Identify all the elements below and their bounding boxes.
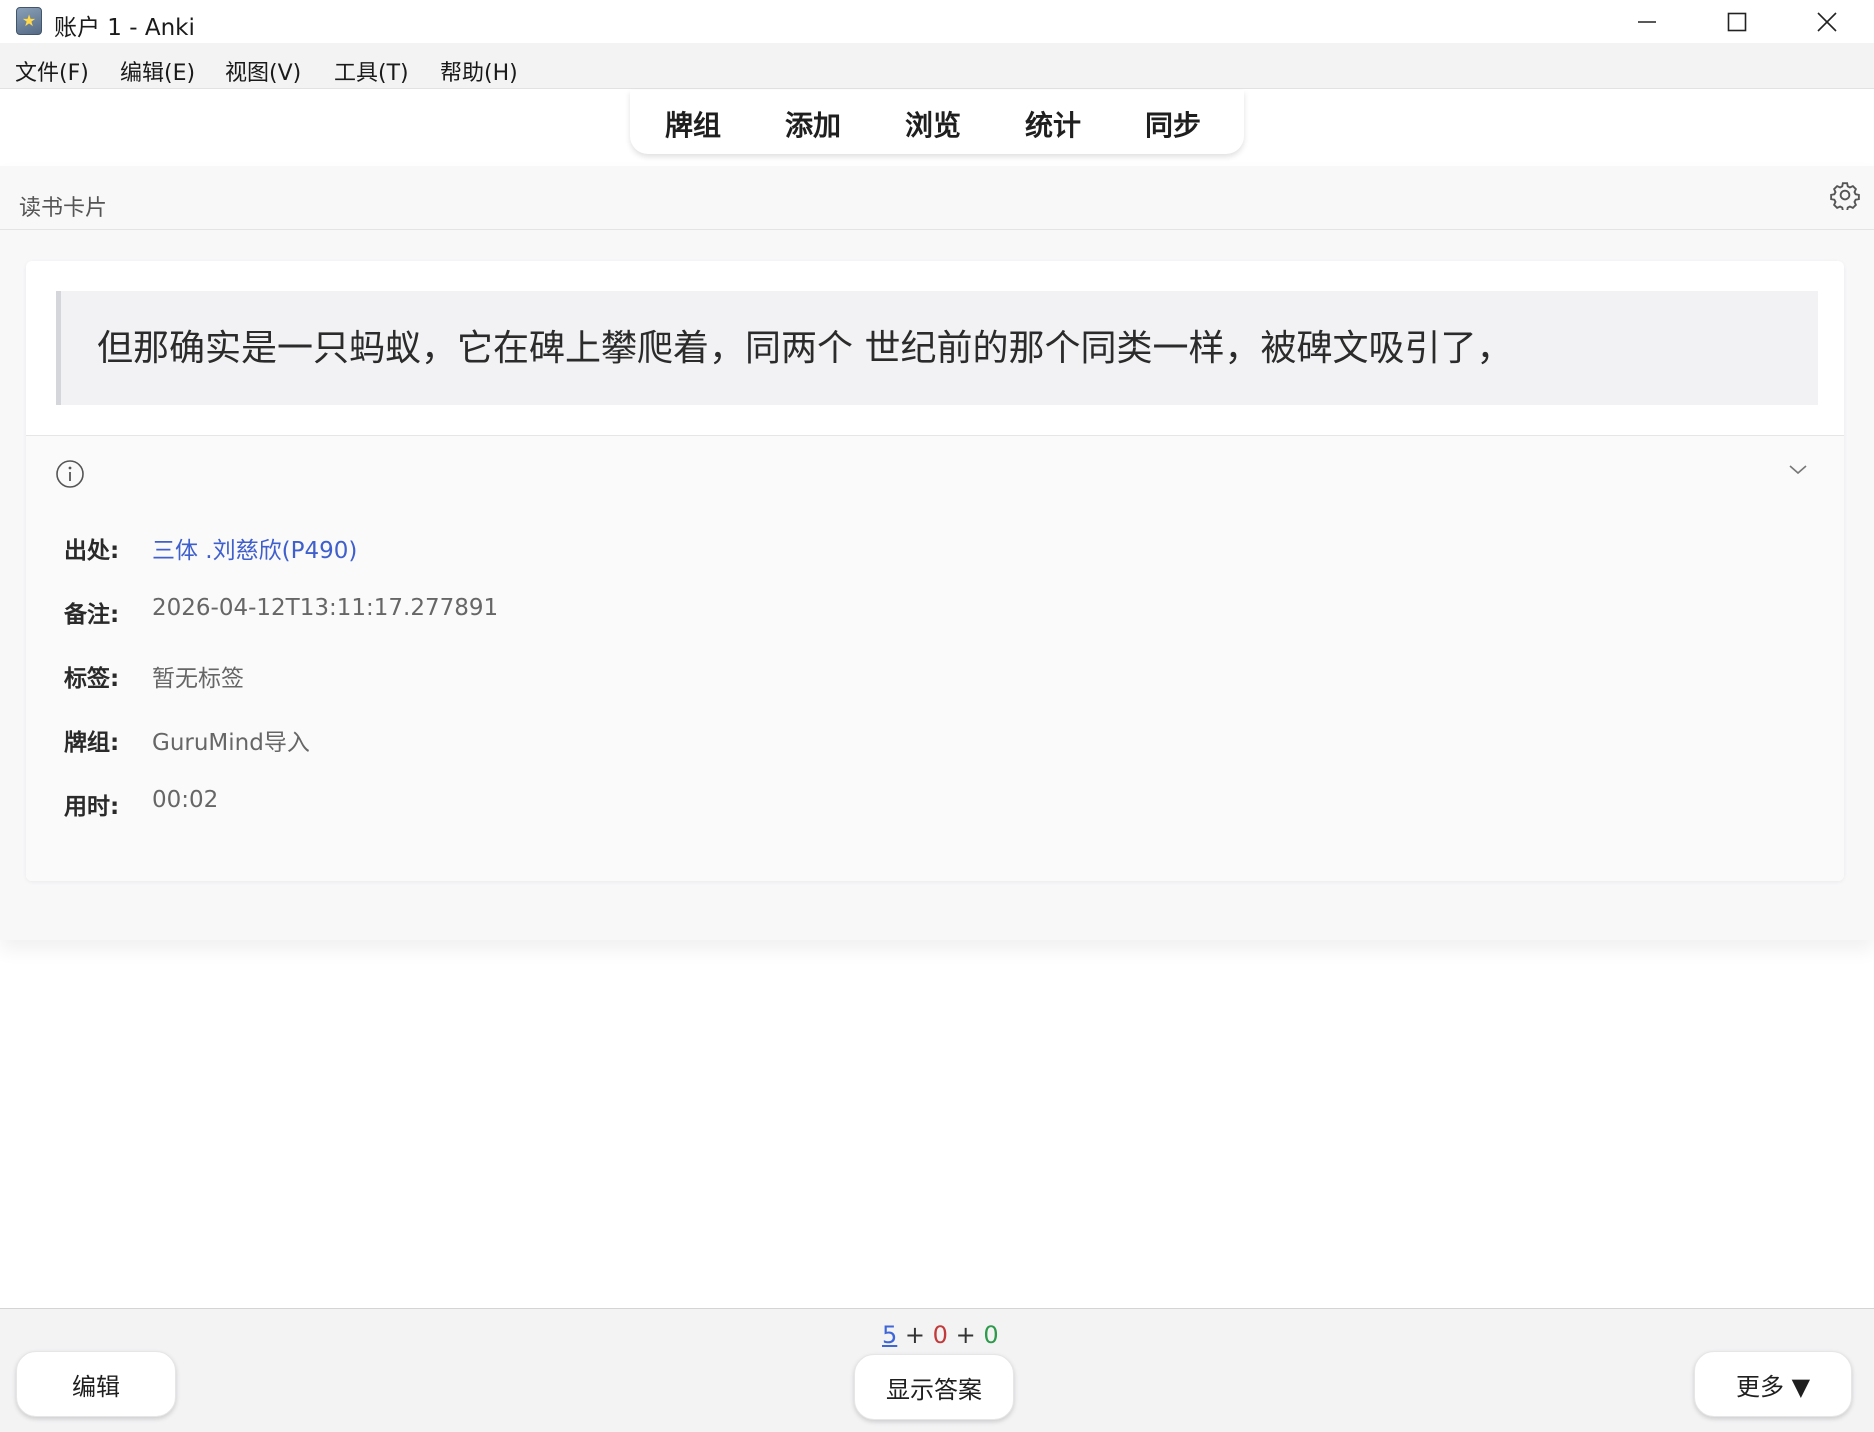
- close-icon: [1817, 11, 1837, 32]
- maximize-button[interactable]: [1692, 0, 1782, 43]
- meta-value: 2026-04-12T13:11:17.277891: [152, 595, 499, 621]
- main-toolbar: 牌组 添加 浏览 统计 同步: [630, 90, 1244, 154]
- meta-value: 00:02: [152, 787, 219, 813]
- toolbar-sync[interactable]: 同步: [1145, 104, 1201, 144]
- learning-count: 0: [932, 1321, 948, 1349]
- menu-tools[interactable]: 工具(T): [334, 55, 409, 87]
- bottom-bar: 5 + 0 + 0 编辑 显示答案 更多 ▼: [0, 1308, 1874, 1432]
- maximize-icon: [1727, 12, 1747, 31]
- gear-icon[interactable]: [1830, 180, 1860, 210]
- anki-app-icon: ★: [16, 7, 42, 35]
- count-separator: +: [947, 1321, 984, 1349]
- menu-bar: 文件(F) 编辑(E) 视图(V) 工具(T) 帮助(H): [0, 43, 1874, 89]
- info-icon: [56, 460, 84, 488]
- toolbar-area: 牌组 添加 浏览 统计 同步: [0, 90, 1874, 166]
- toolbar-browse[interactable]: 浏览: [905, 104, 961, 144]
- meta-label: 牌组:: [64, 730, 120, 756]
- minimize-icon: [1638, 20, 1656, 23]
- meta-label: 标签:: [64, 666, 120, 692]
- menu-edit[interactable]: 编辑(E): [120, 55, 195, 87]
- chevron-down-icon[interactable]: [1786, 458, 1810, 482]
- toolbar-add[interactable]: 添加: [785, 104, 841, 144]
- meta-label: 出处:: [64, 538, 120, 564]
- edit-button[interactable]: 编辑: [16, 1351, 176, 1417]
- close-button[interactable]: [1782, 0, 1872, 43]
- show-answer-button[interactable]: 显示答案: [854, 1354, 1014, 1420]
- review-count: 0: [983, 1321, 999, 1349]
- toolbar-decks[interactable]: 牌组: [665, 104, 721, 144]
- new-count[interactable]: 5: [882, 1321, 897, 1349]
- minimize-button[interactable]: [1602, 0, 1692, 43]
- title-bar: ★ 账户 1 - Anki: [0, 0, 1874, 43]
- window-title: 账户 1 - Anki: [54, 15, 195, 41]
- toolbar-stats[interactable]: 统计: [1025, 104, 1081, 144]
- more-button[interactable]: 更多 ▼: [1694, 1351, 1852, 1417]
- meta-label: 用时:: [64, 794, 120, 820]
- card-quote-block: 但那确实是一只蚂蚁，它在碑上攀爬着，同两个 世纪前的那个同类一样，被碑文吸引了，: [56, 291, 1818, 405]
- count-separator: +: [897, 1321, 933, 1349]
- meta-value: GuruMind导入: [152, 730, 310, 756]
- meta-value: 暂无标签: [152, 666, 244, 692]
- deck-header: 读书卡片: [0, 166, 1874, 230]
- source-link[interactable]: 三体 .刘慈欣(P490): [152, 531, 357, 565]
- review-area: 读书卡片 但那确实是一只蚂蚁，它在碑上攀爬着，同两个 世纪前的那个同类一样，被碑…: [0, 166, 1874, 940]
- menu-file[interactable]: 文件(F): [15, 55, 89, 87]
- menu-help[interactable]: 帮助(H): [440, 55, 518, 87]
- card-quote-text: 但那确实是一只蚂蚁，它在碑上攀爬着，同两个 世纪前的那个同类一样，被碑文吸引了，: [97, 328, 1513, 369]
- card: 但那确实是一只蚂蚁，它在碑上攀爬着，同两个 世纪前的那个同类一样，被碑文吸引了，…: [26, 261, 1844, 881]
- deck-name: 读书卡片: [19, 196, 108, 221]
- menu-view[interactable]: 视图(V): [225, 55, 301, 87]
- due-counts: 5 + 0 + 0: [882, 1321, 999, 1349]
- card-meta-panel: 出处: 三体 .刘慈欣(P490) 备注: 2026-04-12T13:11:1…: [26, 435, 1844, 881]
- meta-label: 备注:: [64, 602, 120, 628]
